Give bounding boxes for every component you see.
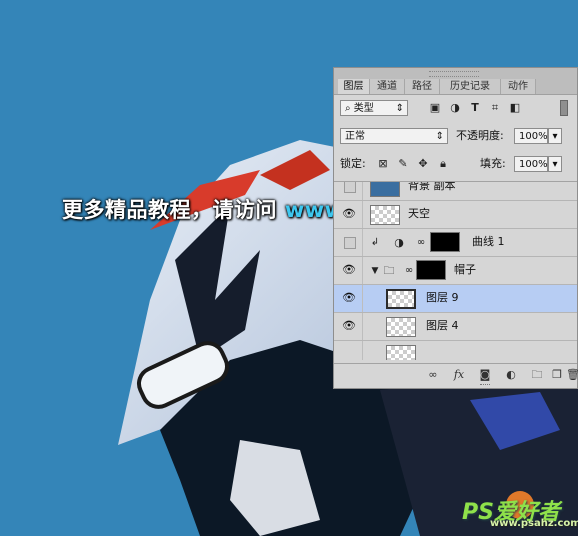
eye-icon[interactable]: 👁︎: [341, 208, 357, 220]
layer-mask-thumbnail: [430, 232, 460, 252]
watermark-label: 更多精品教程，请访问: [62, 198, 277, 222]
eye-icon[interactable]: 👁︎: [341, 320, 357, 332]
filter-toggle[interactable]: [560, 100, 568, 116]
site-watermark: PS爱好者 www.psahz.com: [462, 494, 578, 532]
link-icon[interactable]: ∞: [426, 368, 440, 382]
new-layer-icon[interactable]: ❐: [550, 368, 564, 382]
layer-thumbnail: [386, 289, 416, 309]
fill-label: 填充:: [480, 157, 506, 170]
lock-position-icon[interactable]: ✥: [416, 157, 430, 171]
tab-paths[interactable]: 路径: [405, 79, 440, 94]
layer-row[interactable]: ↲ ◑ ∞ 曲线 1: [334, 229, 577, 257]
search-icon: ⌕: [345, 103, 354, 114]
adjustment-filter-icon[interactable]: ◑: [448, 101, 462, 115]
lock-all-icon[interactable]: 🔒︎: [436, 157, 450, 171]
row-divider: [362, 257, 363, 284]
layer-thumbnail: [370, 182, 400, 197]
layer-name: 帽子: [454, 263, 476, 276]
filter-kind-select[interactable]: ⌕ 类型 ⇕: [340, 100, 408, 116]
layer-name: 图层 4: [426, 319, 459, 332]
fill-dropdown-icon[interactable]: ▾: [548, 156, 562, 172]
filter-row: ⌕ 类型 ⇕ ▣ ◑ T ⌗ ◧: [334, 100, 577, 120]
group-mask-thumbnail: [416, 260, 446, 280]
panel-tab-bar: 图层 通道 路径 历史记录 动作: [334, 68, 577, 95]
layer-row[interactable]: 背景 副本: [334, 181, 577, 201]
blend-row: 正常 ⇕ 不透明度: 100% ▾: [334, 128, 577, 148]
panel-grip[interactable]: [429, 71, 479, 77]
visibility-toggle[interactable]: [344, 237, 356, 249]
blend-mode-value: 正常: [345, 131, 365, 142]
lock-transparency-icon[interactable]: ⊠: [376, 157, 390, 171]
fill-input[interactable]: 100%: [514, 156, 548, 172]
layers-list: 背景 副本 👁︎ 天空 ↲ ◑ ∞ 曲线 1 👁︎ ▼ 🗀︎ ∞ 帽子 👁︎ 图…: [334, 181, 577, 360]
select-arrows-icon: ⇕: [395, 103, 404, 114]
resize-grip[interactable]: [480, 384, 490, 388]
clip-arrow-icon: ↲: [370, 237, 380, 248]
adjustment-icon[interactable]: ◐: [504, 368, 518, 382]
lock-label: 锁定:: [340, 157, 366, 170]
layer-name: 曲线 1: [472, 235, 505, 248]
fx-icon[interactable]: fx: [452, 368, 466, 382]
chain-link-icon[interactable]: ∞: [402, 264, 416, 278]
layer-row[interactable]: 👁︎ 天空: [334, 201, 577, 229]
visibility-toggle[interactable]: [344, 182, 356, 193]
layer-name: 图层 9: [426, 291, 459, 304]
tab-layers[interactable]: 图层: [338, 79, 370, 94]
site-url: www.psahz.com: [490, 518, 578, 529]
layer-row[interactable]: 👁︎ 图层 4: [334, 313, 577, 341]
select-arrows-icon: ⇕: [435, 131, 444, 142]
tab-history[interactable]: 历史记录: [440, 79, 501, 94]
row-divider: [362, 285, 363, 312]
pixel-filter-icon[interactable]: ▣: [428, 101, 442, 115]
curves-adjustment-icon: ◑: [394, 236, 404, 249]
row-divider: [362, 341, 363, 360]
row-divider: [362, 182, 363, 200]
layer-row-selected[interactable]: 👁︎ 图层 9: [334, 285, 577, 313]
layer-row[interactable]: [334, 341, 577, 360]
expand-triangle-icon[interactable]: ▼: [368, 264, 382, 278]
layer-group-row[interactable]: 👁︎ ▼ 🗀︎ ∞ 帽子: [334, 257, 577, 285]
row-divider: [362, 229, 363, 256]
row-divider: [362, 201, 363, 228]
filter-kind-label: 类型: [353, 103, 374, 114]
eye-icon[interactable]: 👁︎: [341, 292, 357, 304]
lock-brush-icon[interactable]: ✎: [396, 157, 410, 171]
layer-thumbnail: [386, 345, 416, 360]
layer-name: 天空: [408, 207, 430, 220]
tab-channels[interactable]: 通道: [370, 79, 405, 94]
panel-bottom-bar: ∞ fx ◙ ◐ 🗀︎ ❐ 🗑︎: [334, 363, 578, 388]
smart-object-filter-icon[interactable]: ◧: [508, 101, 522, 115]
opacity-label: 不透明度:: [456, 129, 504, 142]
chain-link-icon[interactable]: ∞: [414, 236, 428, 250]
tab-actions[interactable]: 动作: [501, 79, 536, 94]
layer-thumbnail: [370, 205, 400, 225]
group-icon[interactable]: 🗀︎: [530, 368, 544, 382]
blend-mode-select[interactable]: 正常 ⇕: [340, 128, 448, 144]
layers-panel: 图层 通道 路径 历史记录 动作 ⌕ 类型 ⇕ ▣ ◑ T ⌗ ◧ 正常 ⇕ 不…: [333, 67, 578, 389]
layer-thumbnail: [386, 317, 416, 337]
lock-row: 锁定: ⊠ ✎ ✥ 🔒︎ 填充: 100% ▾: [334, 156, 577, 176]
shape-filter-icon[interactable]: ⌗: [488, 101, 502, 115]
folder-icon: 🗀︎: [383, 264, 395, 277]
type-filter-icon[interactable]: T: [468, 101, 482, 115]
layer-name: 背景 副本: [408, 181, 456, 192]
mask-icon[interactable]: ◙: [478, 368, 492, 382]
eye-icon[interactable]: 👁︎: [341, 264, 357, 276]
opacity-input[interactable]: 100%: [514, 128, 548, 144]
opacity-dropdown-icon[interactable]: ▾: [548, 128, 562, 144]
row-divider: [362, 313, 363, 340]
trash-icon[interactable]: 🗑︎: [566, 368, 578, 382]
